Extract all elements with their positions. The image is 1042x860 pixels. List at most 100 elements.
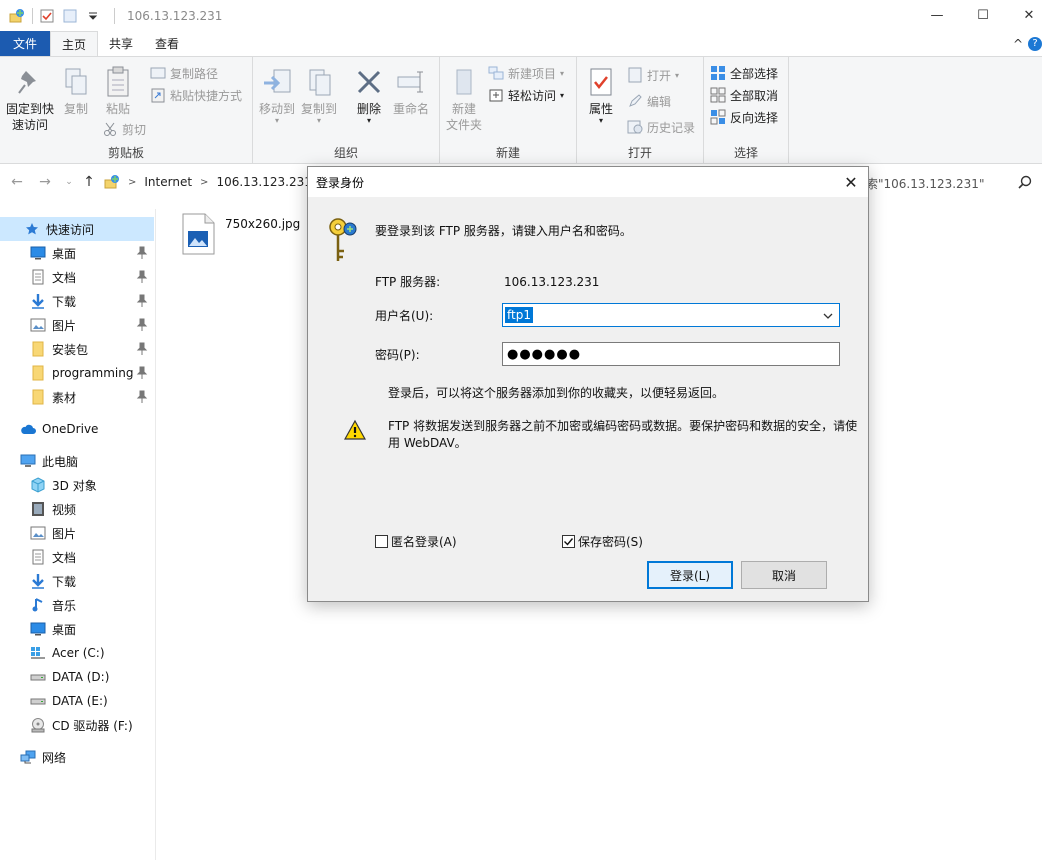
address-bar[interactable]: > Internet > 106.13.123.231 [104, 169, 312, 195]
breadcrumb-chevron-icon[interactable]: > [128, 177, 136, 188]
customize-quick-access-icon[interactable] [85, 8, 101, 24]
sidebar-item-pc-downloads[interactable]: 下载 [0, 569, 154, 593]
cd-drive-icon [30, 717, 46, 733]
copy-to-button[interactable]: 复制到 ▾ [301, 65, 337, 125]
select-all-button[interactable]: 全部选择 [710, 63, 778, 83]
password-field[interactable]: ●●●●●● [502, 342, 840, 366]
sidebar-item-pictures[interactable]: 图片 [0, 313, 154, 337]
copy-to-icon [303, 65, 335, 99]
move-to-button[interactable]: 移动到 ▾ [259, 65, 295, 125]
open-button[interactable]: 打开 ▾ [627, 65, 679, 85]
invert-selection-button[interactable]: 反向选择 [710, 107, 778, 127]
maximize-button[interactable]: ☐ [960, 0, 1006, 31]
copy-path-button[interactable]: 复制路径 [150, 63, 218, 83]
sidebar-item-drive-e[interactable]: DATA (E:) [0, 689, 154, 713]
sidebar-item-drive-c[interactable]: Acer (C:) [0, 641, 154, 665]
sidebar-item-drive-d[interactable]: DATA (D:) [0, 665, 154, 689]
new-folder-button[interactable]: 新建 文件夹 [444, 65, 484, 133]
new-item-label: 新建项目 [508, 66, 557, 81]
select-none-button[interactable]: 全部取消 [710, 85, 778, 105]
delete-button[interactable]: 删除 ▾ [353, 65, 385, 125]
login-button[interactable]: 登录(L) [647, 561, 733, 589]
documents-icon [30, 549, 46, 565]
help-button[interactable]: ? [1028, 36, 1042, 51]
select-all-label: 全部选择 [730, 66, 779, 81]
cancel-button[interactable]: 取消 [741, 561, 827, 589]
checkbox-unchecked-icon[interactable] [375, 535, 388, 548]
collapse-ribbon-button[interactable]: ^ [1008, 37, 1028, 51]
anonymous-login-label: 匿名登录(A) [391, 535, 457, 549]
breadcrumb-server[interactable]: 106.13.123.231 [216, 175, 311, 189]
save-password-checkbox[interactable]: 保存密码(S) [562, 533, 643, 550]
ftp-folder-icon[interactable] [8, 7, 26, 25]
pinned-icon [136, 318, 148, 332]
ribbon-tab-right: ^ ? [1008, 31, 1042, 56]
sidebar-item-network[interactable]: 网络 [0, 745, 154, 769]
tab-file[interactable]: 文件 [0, 31, 51, 56]
server-label: FTP 服务器: [375, 275, 441, 289]
paste-icon [102, 65, 134, 99]
warning-text-line2: 用 WebDAV。 [388, 436, 467, 450]
search-icon[interactable] [1018, 175, 1032, 189]
properties-button[interactable]: 属性 ▾ [585, 65, 617, 125]
sidebar-item-pc-pictures[interactable]: 图片 [0, 521, 154, 545]
new-item-button[interactable]: 新建项目 ▾ [488, 63, 564, 83]
checkbox-checked-icon[interactable] [562, 535, 575, 548]
edit-button[interactable]: 编辑 [627, 91, 671, 111]
sidebar-item-installers[interactable]: 安装包 [0, 337, 154, 361]
select-none-label: 全部取消 [730, 88, 779, 103]
dropdown-caret: ▾ [560, 68, 565, 78]
breadcrumb-chevron-icon[interactable]: > [200, 177, 208, 188]
anonymous-login-checkbox[interactable]: 匿名登录(A) [375, 533, 457, 550]
easy-access-button[interactable]: 轻松访问 ▾ [488, 85, 564, 105]
sidebar-item-drive-f[interactable]: CD 驱动器 (F:) [0, 713, 154, 737]
file-item[interactable]: 750x260.jpg [181, 213, 300, 258]
sidebar-item-desktop[interactable]: 桌面 [0, 241, 154, 265]
close-window-button[interactable]: ✕ [1006, 0, 1042, 31]
breadcrumb-internet[interactable]: Internet [144, 175, 192, 189]
copy-button[interactable]: 复制 [60, 65, 92, 117]
sidebar-item-pc-desktop[interactable]: 桌面 [0, 617, 154, 641]
sidebar-item-this-pc[interactable]: 此电脑 [0, 449, 154, 473]
history-button[interactable]: 历史记录 [627, 117, 695, 137]
properties-quick-icon[interactable] [39, 8, 55, 24]
paste-button[interactable]: 粘贴 [102, 65, 134, 117]
pin-icon [14, 65, 46, 99]
username-input[interactable]: ftp1 [505, 307, 533, 323]
sidebar-item-label: 3D 对象 [52, 478, 97, 493]
sidebar-item-programming[interactable]: programming [0, 361, 154, 385]
search-input[interactable]: 索"106.13.123.231" [866, 175, 1006, 192]
password-input[interactable]: ●●●●●● [507, 347, 581, 362]
sidebar-item-materials[interactable]: 素材 [0, 385, 154, 409]
tab-view[interactable]: 查看 [144, 31, 190, 56]
invert-selection-label: 反向选择 [730, 110, 779, 125]
sidebar-item-3d-objects[interactable]: 3D 对象 [0, 473, 154, 497]
back-arrow-icon[interactable]: ← [8, 173, 26, 191]
chevron-down-icon[interactable] [823, 310, 833, 320]
recent-locations-icon[interactable]: ⌄ [60, 173, 78, 191]
sidebar-item-music[interactable]: 音乐 [0, 593, 154, 617]
pin-quick-access-button[interactable]: 固定到快 速访问 [4, 65, 56, 133]
dropdown-caret: ▾ [316, 116, 321, 125]
sidebar-item-onedrive[interactable]: OneDrive [0, 417, 154, 441]
sidebar-item-documents[interactable]: 文档 [0, 265, 154, 289]
dialog-close-button[interactable]: ✕ [842, 173, 860, 192]
dialog-title-bar: 登录身份 ✕ [308, 167, 868, 197]
sidebar-item-pc-documents[interactable]: 文档 [0, 545, 154, 569]
minimize-button[interactable]: — [914, 0, 960, 31]
window-title: 106.13.123.231 [127, 8, 223, 23]
tab-share[interactable]: 共享 [98, 31, 144, 56]
forward-arrow-icon[interactable]: → [36, 173, 54, 191]
tab-home[interactable]: 主页 [50, 31, 99, 56]
move-to-label: 移动到 [259, 102, 296, 116]
sidebar-item-videos[interactable]: 视频 [0, 497, 154, 521]
new-folder-quick-icon[interactable] [62, 8, 78, 24]
select-none-icon [710, 87, 726, 103]
up-arrow-icon[interactable]: ↑ [80, 173, 98, 191]
sidebar-item-quick-access[interactable]: 快速访问 [0, 217, 154, 241]
username-combobox[interactable]: ftp1 [502, 303, 840, 327]
cut-button[interactable]: 剪切 [102, 119, 146, 139]
rename-button[interactable]: 重命名 [391, 65, 431, 117]
paste-shortcut-button[interactable]: 粘贴快捷方式 [150, 85, 242, 105]
sidebar-item-downloads[interactable]: 下载 [0, 289, 154, 313]
